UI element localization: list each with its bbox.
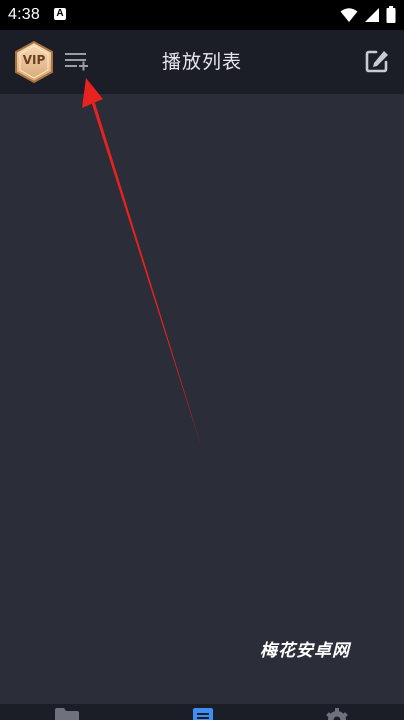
signal-icon (365, 7, 379, 22)
bottom-nav (0, 704, 404, 720)
wifi-icon (340, 7, 358, 22)
edit-icon[interactable] (364, 48, 390, 74)
settings-icon[interactable] (324, 707, 350, 720)
screen: 4:38 A VIP 播放列表 梅花安卓网 (0, 0, 404, 720)
status-bar: 4:38 A (0, 0, 404, 30)
app-header: VIP 播放列表 (0, 30, 404, 94)
status-icons (340, 6, 396, 23)
battery-icon (386, 6, 396, 23)
notification-icon: A (54, 8, 66, 20)
playlist-content (0, 94, 404, 708)
page-title: 播放列表 (161, 51, 242, 73)
status-time: 4:38 (8, 6, 40, 23)
watermark: 梅花安卓网 (260, 641, 350, 661)
folder-icon[interactable] (54, 707, 80, 720)
playlist-icon[interactable] (190, 707, 216, 720)
